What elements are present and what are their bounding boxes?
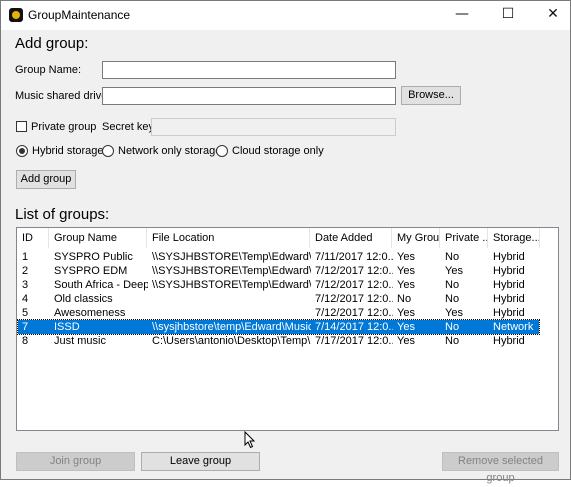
window-title: GroupMaintenance — [28, 8, 131, 22]
column-header-private[interactable]: Private ... — [440, 228, 488, 248]
cell-storage: Hybrid — [493, 279, 525, 291]
cell-file-location — [148, 306, 311, 320]
cell-my-group: Yes — [397, 265, 415, 277]
music-shared-drive-input[interactable] — [102, 87, 396, 105]
cell-date-added: 7/17/2017 12:0... — [315, 335, 393, 347]
group-name-label: Group Name: — [15, 64, 82, 76]
hybrid-storage-radio[interactable] — [16, 145, 28, 157]
groups-list-view[interactable]: ID Group Name File Location Date Added M… — [16, 227, 559, 431]
table-row[interactable]: 2 SYSPRO EDM \\SYSJHBSTORE\Temp\Edward\M..… — [18, 264, 539, 278]
secret-key-input[interactable] — [151, 118, 396, 136]
column-header-my-group[interactable]: My Group — [392, 228, 440, 248]
cell-file-location: \\SYSJHBSTORE\Temp\Edward\M... — [152, 251, 311, 263]
remove-selected-group-button[interactable]: Remove selected group — [442, 452, 559, 484]
minimize-icon: — — [455, 6, 469, 22]
cell-storage: Hybrid — [493, 335, 525, 347]
cell-private: Yes — [445, 307, 463, 319]
cell-date-added: 7/12/2017 12:0... — [315, 307, 393, 319]
column-header-file-location[interactable]: File Location — [147, 228, 310, 248]
cell-my-group: Yes — [397, 279, 415, 291]
cell-storage: Hybrid — [493, 293, 525, 305]
browse-button[interactable]: Browse... — [401, 86, 461, 105]
cell-private: No — [445, 279, 460, 291]
cell-id: 8 — [22, 335, 29, 347]
cell-private: No — [445, 251, 460, 263]
table-row[interactable]: 8 Just music C:\Users\antonio\Desktop\Temp… — [18, 334, 539, 348]
close-button[interactable]: ✕ — [536, 1, 570, 30]
cell-my-group: No — [397, 293, 412, 305]
cell-file-location: \\sysjhbstore\temp\Edward\Music — [152, 321, 311, 333]
cell-id: 7 — [22, 321, 29, 333]
cell-storage: Hybrid — [493, 307, 525, 319]
cell-file-location: \\SYSJHBSTORE\Temp\Edward\D... — [152, 279, 311, 291]
cell-id: 5 — [22, 307, 29, 319]
private-group-checkbox[interactable] — [16, 121, 27, 132]
cell-id: 3 — [22, 279, 29, 291]
cell-private: No — [445, 321, 460, 333]
cell-group-name: SYSPRO EDM — [54, 265, 128, 277]
cell-date-added: 7/12/2017 12:0... — [315, 279, 393, 291]
network-only-storage-label: Network only storage — [118, 145, 222, 157]
private-group-label: Private group — [31, 121, 97, 133]
table-row[interactable]: 1 SYSPRO Public \\SYSJHBSTORE\Temp\Edward\… — [18, 250, 539, 264]
cell-private: No — [445, 293, 460, 305]
group-maintenance-window: GroupMaintenance — ☐ ✕ Add group: Group … — [0, 0, 571, 484]
table-row[interactable]: 7 ISSD \\sysjhbstore\temp\Edward\Music 7/14… — [17, 319, 540, 335]
cell-group-name: SYSPRO Public — [54, 251, 133, 263]
cell-private: No — [445, 335, 460, 347]
cell-my-group: Yes — [397, 321, 415, 333]
join-group-button[interactable]: Join group — [16, 452, 135, 471]
column-header-date-added[interactable]: Date Added — [310, 228, 392, 248]
cell-my-group: Yes — [397, 251, 415, 263]
cell-file-location — [148, 292, 311, 306]
cell-date-added: 7/11/2017 12:0... — [315, 251, 393, 263]
cell-date-added: 7/14/2017 12:0... — [315, 321, 393, 333]
minimize-button[interactable]: — — [445, 1, 479, 30]
app-icon — [9, 8, 23, 22]
cell-storage: Hybrid — [493, 251, 525, 263]
cell-my-group: Yes — [397, 307, 415, 319]
cell-group-name: Just music — [54, 335, 106, 347]
leave-group-button[interactable]: Leave group — [141, 452, 260, 471]
cell-date-added: 7/12/2017 12:0... — [315, 293, 393, 305]
secret-key-label: Secret key — [102, 121, 154, 133]
table-row[interactable]: 5 Awesomeness 7/12/2017 12:0... Yes Yes Hybri… — [18, 306, 539, 320]
maximize-button[interactable]: ☐ — [491, 1, 525, 30]
list-of-groups-heading: List of groups: — [15, 206, 110, 223]
cell-group-name: South Africa - Deep ... — [54, 279, 148, 291]
cell-file-location: C:\Users\antonio\Desktop\Temp\M... — [152, 335, 311, 347]
cell-id: 2 — [22, 265, 29, 277]
add-group-heading: Add group: — [15, 35, 89, 52]
close-icon: ✕ — [547, 6, 559, 22]
hybrid-storage-label: Hybrid storage — [32, 145, 104, 157]
column-header-id[interactable]: ID — [17, 228, 49, 248]
cell-storage: Network — [493, 321, 534, 333]
cloud-storage-only-label: Cloud storage only — [232, 145, 324, 157]
music-shared-drive-label: Music shared drive: — [15, 90, 111, 102]
cell-my-group: Yes — [397, 335, 415, 347]
maximize-icon: ☐ — [501, 6, 515, 22]
cell-group-name: ISSD — [54, 321, 80, 333]
cell-date-added: 7/12/2017 12:0... — [315, 265, 393, 277]
column-header-storage[interactable]: Storage... — [488, 228, 540, 248]
list-header: ID Group Name File Location Date Added M… — [17, 228, 558, 248]
mouse-cursor-icon — [244, 431, 256, 449]
cloud-storage-only-radio[interactable] — [216, 145, 228, 157]
cell-id: 4 — [22, 293, 29, 305]
add-group-button[interactable]: Add group — [16, 170, 76, 189]
cell-group-name: Old classics — [54, 293, 113, 305]
title-bar[interactable]: GroupMaintenance — ☐ ✕ — [1, 1, 570, 30]
cell-id: 1 — [22, 251, 29, 263]
column-header-group-name[interactable]: Group Name — [49, 228, 147, 248]
group-name-input[interactable] — [102, 61, 396, 79]
table-row[interactable]: 3 South Africa - Deep ... \\SYSJHBSTORE\Te… — [18, 278, 539, 292]
cell-file-location: \\SYSJHBSTORE\Temp\Edward\M... — [152, 265, 311, 277]
cell-private: Yes — [445, 265, 463, 277]
cell-group-name: Awesomeness — [54, 307, 126, 319]
cell-storage: Hybrid — [493, 265, 525, 277]
table-row[interactable]: 4 Old classics 7/12/2017 12:0... No No Hybrid — [18, 292, 539, 306]
network-only-storage-radio[interactable] — [102, 145, 114, 157]
